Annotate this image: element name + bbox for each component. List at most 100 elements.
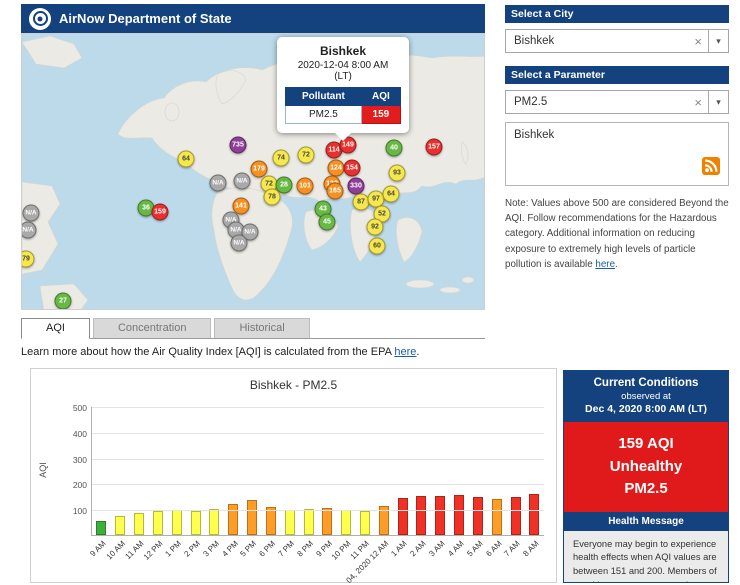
map-popup: Bishkek 2020-12-04 8:00 AM (LT) Pollutan…: [277, 37, 409, 133]
map-marker[interactable]: 64: [178, 151, 195, 168]
chart-bar-slot: 11 AM: [130, 407, 149, 535]
map-marker[interactable]: 179: [251, 161, 268, 178]
chart-bar[interactable]: [285, 510, 295, 535]
popup-arrow: [334, 132, 352, 141]
map-marker[interactable]: 64: [383, 186, 400, 203]
chart-bar-slot: 9 PM: [318, 407, 337, 535]
map-marker[interactable]: N/A: [23, 205, 40, 222]
map-marker[interactable]: 124: [328, 160, 345, 177]
chart-bar[interactable]: [473, 497, 483, 535]
chart-bars: 9 AM10 AM11 AM12 PM1 PM2 PM3 PM4 PM5 PM6…: [92, 407, 544, 535]
health-message-text: Everyone may begin to experience health …: [564, 531, 728, 584]
health-message-header: Health Message: [564, 512, 728, 531]
chart-bar[interactable]: [115, 516, 125, 535]
app-title: AirNow Department of State: [59, 11, 232, 26]
tab-historical[interactable]: Historical: [214, 318, 309, 338]
map-marker[interactable]: 93: [389, 165, 406, 182]
chart-bar[interactable]: [454, 495, 464, 535]
map-marker[interactable]: 92: [367, 219, 384, 236]
chart-bar[interactable]: [134, 513, 144, 535]
chart-bar[interactable]: [322, 508, 332, 535]
chart-bar[interactable]: [153, 511, 163, 535]
chart-bar[interactable]: [360, 511, 370, 535]
map-marker[interactable]: 74: [273, 150, 290, 167]
note-link[interactable]: here: [595, 259, 615, 270]
chart-x-tick: 6 AM: [484, 539, 503, 558]
chart-bar-slot: 2 AM: [412, 407, 431, 535]
chart-x-tick: 8 AM: [522, 539, 541, 558]
chart-bar[interactable]: [172, 510, 182, 535]
aqi-category: Unhealthy: [568, 456, 724, 479]
aqi-world-map[interactable]: 64735747211414940157179N/A12415410112293…: [21, 33, 485, 310]
feed-box: Bishkek: [505, 122, 729, 186]
map-marker[interactable]: 154: [344, 160, 361, 177]
parameter-select-value: PM2.5: [514, 96, 547, 108]
learn-more-suffix: .: [416, 346, 419, 358]
city-select-value: Bishkek: [514, 35, 554, 47]
map-marker[interactable]: 45: [319, 214, 336, 231]
parameter-clear-icon[interactable]: ×: [688, 95, 708, 110]
aqi-pollutant: PM2.5: [568, 478, 724, 501]
chart-x-tick: 11 AM: [123, 539, 145, 561]
popup-pollutant-header: Pollutant: [286, 88, 362, 106]
chart-bar[interactable]: [191, 511, 201, 536]
chart-x-tick: 2 AM: [409, 539, 428, 558]
map-marker[interactable]: N/A: [210, 175, 227, 192]
map-marker[interactable]: 165: [327, 183, 344, 200]
chart-bar-slot: 8 PM: [299, 407, 318, 535]
chart-bar-slot: 12 PM: [148, 407, 167, 535]
chart-bar[interactable]: [529, 494, 539, 535]
city-clear-icon[interactable]: ×: [688, 34, 708, 49]
map-marker[interactable]: 101: [297, 178, 314, 195]
map-marker[interactable]: 40: [386, 140, 403, 157]
popup-datetime: 2020-12-04 8:00 AM: [285, 60, 401, 71]
chart-x-tick: 1 AM: [390, 539, 409, 558]
chart-bar[interactable]: [511, 497, 521, 535]
chart-bar[interactable]: [304, 509, 314, 535]
chart-bar[interactable]: [341, 510, 351, 535]
chart-title: Bishkek - PM2.5: [31, 378, 556, 392]
map-marker[interactable]: 735: [230, 137, 247, 154]
chart-bar[interactable]: [435, 496, 445, 535]
map-marker[interactable]: 27: [55, 293, 72, 310]
chart-x-tick: 3 PM: [201, 539, 221, 559]
department-of-state-seal-icon: [29, 8, 51, 30]
map-marker[interactable]: 157: [426, 139, 443, 156]
map-marker[interactable]: N/A: [234, 173, 251, 190]
chart-plot: 9 AM10 AM11 AM12 PM1 PM2 PM3 PM4 PM5 PM6…: [91, 407, 544, 536]
current-conditions-title: Current Conditions: [568, 377, 724, 389]
chart-bar[interactable]: [96, 521, 106, 535]
city-select[interactable]: Bishkek × ▾: [505, 29, 729, 53]
chart-x-tick: 6 PM: [258, 539, 278, 559]
chart-bar[interactable]: [247, 500, 257, 535]
chart-gridline: [92, 459, 544, 460]
chart-bar[interactable]: [492, 499, 502, 535]
chart-x-tick: 10 AM: [104, 539, 126, 561]
map-marker[interactable]: 330: [348, 178, 365, 195]
parameter-select[interactable]: PM2.5 × ▾: [505, 90, 729, 114]
map-marker[interactable]: 159: [152, 204, 169, 221]
map-marker[interactable]: 60: [369, 238, 386, 255]
learn-more-text: Learn more about how the Air Quality Ind…: [21, 346, 419, 358]
city-chevron-down-icon[interactable]: ▾: [708, 30, 728, 52]
chart-bar-slot: 6 AM: [487, 407, 506, 535]
app-header: AirNow Department of State: [21, 4, 485, 33]
chart-bar[interactable]: [228, 504, 238, 535]
chart-y-tick: 100: [73, 506, 87, 516]
epa-link[interactable]: here: [394, 346, 416, 358]
parameter-chevron-down-icon[interactable]: ▾: [708, 91, 728, 113]
map-marker[interactable]: 78: [264, 189, 281, 206]
tab-concentration[interactable]: Concentration: [93, 318, 212, 338]
chart-bar[interactable]: [398, 498, 408, 535]
chart-bar[interactable]: [209, 509, 219, 535]
chart-x-tick: 7 AM: [503, 539, 522, 558]
chart-x-tick: 7 PM: [277, 539, 297, 559]
tab-aqi[interactable]: AQI: [21, 318, 90, 339]
chart-y-axis-label: AQI: [38, 462, 48, 478]
rss-feed-icon[interactable]: [702, 157, 720, 175]
map-marker[interactable]: N/A: [231, 235, 248, 252]
chart-gridline: [92, 433, 544, 434]
map-marker[interactable]: 72: [298, 147, 315, 164]
chart-bar[interactable]: [416, 496, 426, 535]
chart-y-tick: 200: [73, 480, 87, 490]
